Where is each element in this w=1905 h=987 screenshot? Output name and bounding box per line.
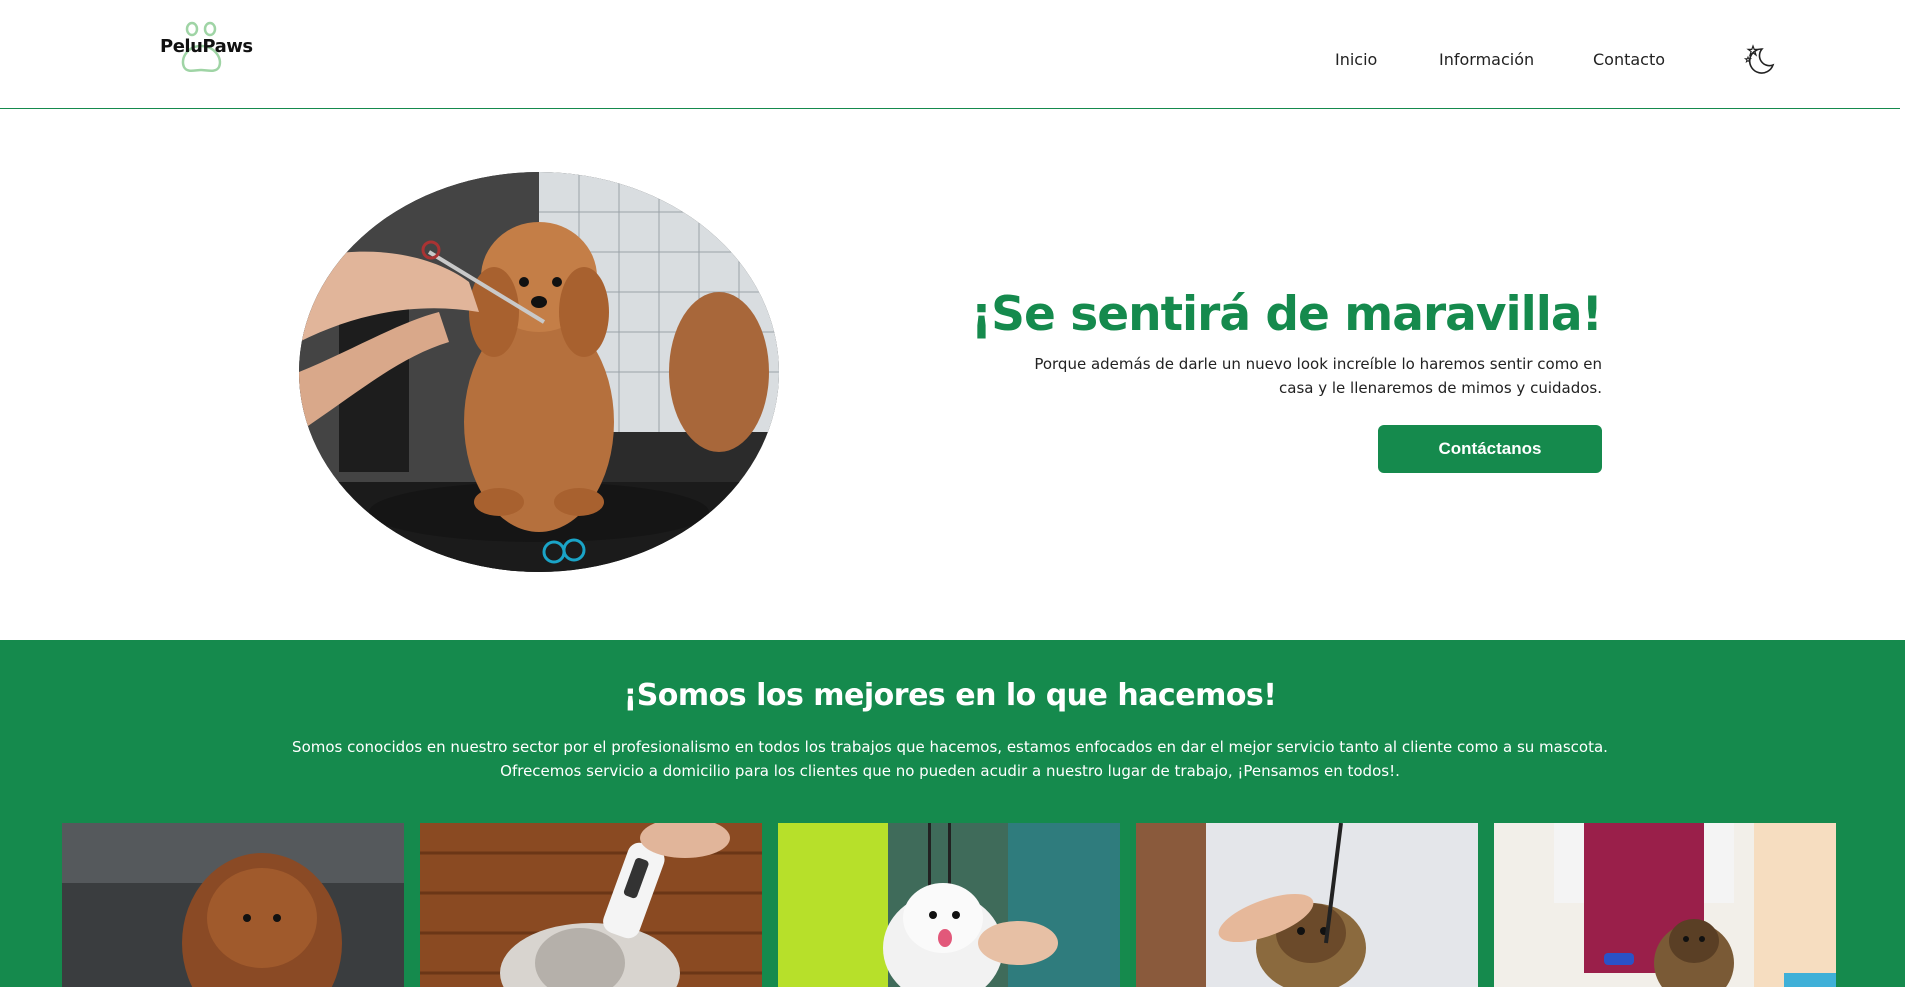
hero-title: ¡Se sentirá de maravilla! [970, 287, 1603, 342]
contact-cta-button[interactable]: Contáctanos [1378, 425, 1602, 473]
about-description: Somos conocidos en nuestro sector por el… [0, 735, 1900, 783]
moon-stars-icon [1743, 44, 1775, 74]
brand-logo[interactable]: PeluPaws [158, 20, 253, 75]
nav-link-inicio[interactable]: Inicio [1335, 50, 1377, 69]
nav-link-informacion[interactable]: Información [1439, 50, 1534, 69]
brand-name: PeluPaws [160, 36, 253, 57]
about-title: ¡Somos los mejores en lo que hacemos! [623, 678, 1277, 713]
hero-description: Porque además de darle un nuevo look inc… [1034, 355, 1602, 397]
page: PeluPaws Inicio Información Contacto ¡Se… [0, 0, 1905, 987]
about-description-line-2: Ofrecemos servicio a domicilio para los … [500, 762, 1400, 780]
gallery-image-yorkie-brush [1136, 823, 1478, 987]
hero-image [299, 172, 779, 572]
theme-toggle-button[interactable] [1743, 43, 1777, 77]
about-description-line-1: Somos conocidos en nuestro sector por el… [292, 738, 1608, 756]
about-section: ¡Somos los mejores en lo que hacemos! So… [0, 640, 1905, 987]
gallery-image-poodle [62, 823, 404, 987]
gallery-image-white-dog [778, 823, 1120, 987]
site-header: PeluPaws Inicio Información Contacto [0, 0, 1900, 109]
hero-content: ¡Se sentirá de maravilla! Porque además … [902, 285, 1603, 400]
gallery-image-yorkie-groomer [1494, 823, 1836, 987]
nav-link-contacto[interactable]: Contacto [1593, 50, 1665, 69]
gallery-image-trimmer [420, 823, 762, 987]
